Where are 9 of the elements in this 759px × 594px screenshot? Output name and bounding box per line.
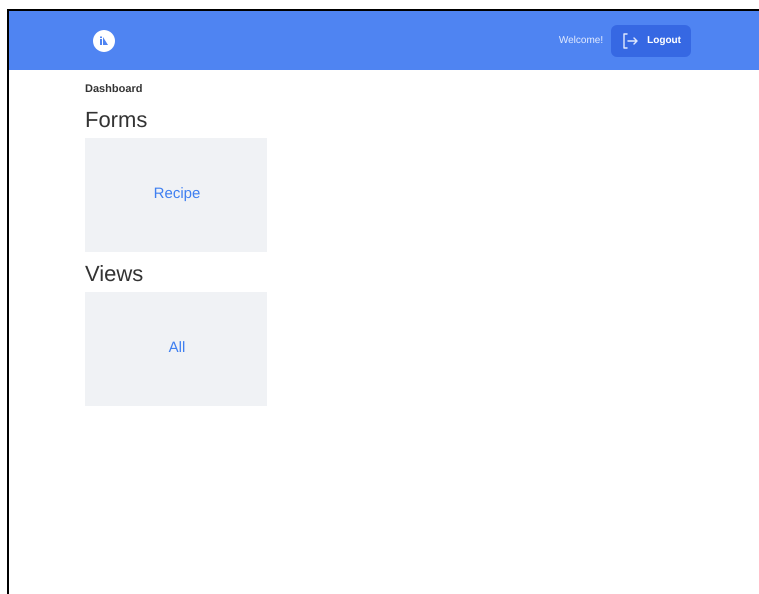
card-link[interactable]: All xyxy=(85,292,267,406)
breadcrumb: Dashboard xyxy=(85,82,144,97)
section-title: Forms xyxy=(85,106,148,134)
card-link[interactable]: Recipe xyxy=(85,138,267,252)
section-title: Views xyxy=(85,260,144,288)
logo-icon xyxy=(93,30,115,52)
logout-icon xyxy=(621,32,640,50)
welcome-text: Welcome! xyxy=(558,34,604,48)
logout-button[interactable]: Logout xyxy=(611,24,691,56)
